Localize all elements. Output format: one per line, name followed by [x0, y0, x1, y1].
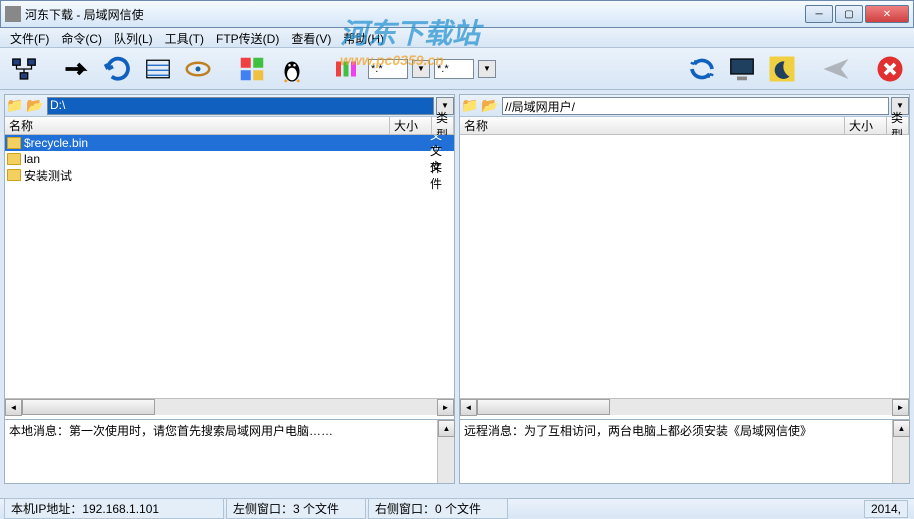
- right-col-type[interactable]: 类型: [887, 117, 909, 134]
- right-list-header: 名称 大小 类型: [460, 117, 909, 135]
- list-item[interactable]: lan文件: [5, 151, 454, 167]
- menu-tools[interactable]: 工具(T): [159, 28, 210, 47]
- titlebar: 河东下载 - 局域网信使 ─ ▢ ✕: [0, 0, 914, 28]
- right-h-scrollbar[interactable]: ◄►: [460, 398, 909, 415]
- filter-left-input[interactable]: [368, 59, 408, 79]
- right-file-list[interactable]: [460, 135, 909, 398]
- left-file-list[interactable]: $recycle.bin文件 lan文件 安装测试文件: [5, 135, 454, 398]
- maximize-button[interactable]: ▢: [835, 5, 863, 23]
- left-list-header: 名称 大小 类型: [5, 117, 454, 135]
- left-msg-scrollbar[interactable]: ▲: [437, 420, 454, 483]
- menu-ftp[interactable]: FTP传送(D): [210, 28, 285, 47]
- right-msg-scrollbar[interactable]: ▲: [892, 420, 909, 483]
- left-path-input[interactable]: D:\: [47, 97, 434, 115]
- left-panel: 📁 📂 D:\ ▼ 名称 大小 类型 $recycle.bin文件 lan文件 …: [4, 94, 455, 484]
- folder-icon: [7, 153, 21, 165]
- color-tool-icon[interactable]: [328, 51, 364, 87]
- menu-command[interactable]: 命令(C): [55, 28, 108, 47]
- left-col-size[interactable]: 大小: [390, 117, 432, 134]
- status-left: 左侧窗口：3 个文件: [226, 498, 366, 519]
- filter-right-input[interactable]: [434, 59, 474, 79]
- transfer-icon[interactable]: [60, 51, 96, 87]
- minimize-button[interactable]: ─: [805, 5, 833, 23]
- close-button[interactable]: ✕: [865, 5, 909, 23]
- airplane-icon[interactable]: [818, 51, 854, 87]
- left-col-type[interactable]: 类型: [432, 117, 454, 134]
- left-message-box: 本地消息：第一次使用时，请您首先搜索局域网用户电脑…… ▲: [5, 419, 454, 483]
- left-folder-icon[interactable]: 📁: [5, 96, 25, 116]
- menubar: 文件(F) 命令(C) 队列(L) 工具(T) FTP传送(D) 查看(V) 帮…: [0, 28, 914, 48]
- eye-icon[interactable]: [180, 51, 216, 87]
- statusbar: 本机IP地址：192.168.1.101 左侧窗口：3 个文件 右侧窗口：0 个…: [0, 498, 914, 518]
- menu-queue[interactable]: 队列(L): [108, 28, 159, 47]
- right-col-size[interactable]: 大小: [845, 117, 887, 134]
- right-panel: 📁 📂 //局域网用户/ ▼ 名称 大小 类型 ◄► 远程消息：为了互相访问，两…: [459, 94, 910, 484]
- filter-right-dropdown[interactable]: ▼: [478, 60, 496, 78]
- filter-left-dropdown[interactable]: ▼: [412, 60, 430, 78]
- right-path-input[interactable]: //局域网用户/: [502, 97, 889, 115]
- toolbar: ▼ ▼: [0, 48, 914, 90]
- left-h-scrollbar[interactable]: ◄►: [5, 398, 454, 415]
- left-message-text: 本地消息：第一次使用时，请您首先搜索局域网用户电脑……: [9, 424, 333, 438]
- windows-icon[interactable]: [234, 51, 270, 87]
- app-icon: [5, 6, 21, 22]
- list-item[interactable]: 安装测试文件: [5, 167, 454, 183]
- right-message-box: 远程消息：为了互相访问，两台电脑上都必须安装《局域网信使》 ▲: [460, 419, 909, 483]
- status-year: 2014,: [864, 500, 908, 518]
- right-folder-icon[interactable]: 📁: [460, 96, 480, 116]
- right-col-name[interactable]: 名称: [460, 117, 845, 134]
- left-up-icon[interactable]: 📂: [25, 96, 45, 116]
- monitor-icon[interactable]: [724, 51, 760, 87]
- list-item[interactable]: $recycle.bin文件: [5, 135, 454, 151]
- window-title: 河东下载 - 局域网信使: [25, 6, 805, 23]
- stop-icon[interactable]: [872, 51, 908, 87]
- folder-icon: [7, 169, 21, 181]
- list-icon[interactable]: [140, 51, 176, 87]
- sync-icon[interactable]: [684, 51, 720, 87]
- status-ip: 本机IP地址：192.168.1.101: [4, 498, 224, 519]
- menu-view[interactable]: 查看(V): [285, 28, 337, 47]
- right-message-text: 远程消息：为了互相访问，两台电脑上都必须安装《局域网信使》: [464, 424, 812, 438]
- network-icon[interactable]: [6, 51, 42, 87]
- status-right: 右侧窗口：0 个文件: [368, 498, 508, 519]
- right-up-icon[interactable]: 📂: [480, 96, 500, 116]
- moon-icon[interactable]: [764, 51, 800, 87]
- menu-help[interactable]: 帮助(H): [337, 28, 390, 47]
- penguin-icon[interactable]: [274, 51, 310, 87]
- refresh-icon[interactable]: [100, 51, 136, 87]
- left-col-name[interactable]: 名称: [5, 117, 390, 134]
- folder-icon: [7, 137, 21, 149]
- menu-file[interactable]: 文件(F): [4, 28, 55, 47]
